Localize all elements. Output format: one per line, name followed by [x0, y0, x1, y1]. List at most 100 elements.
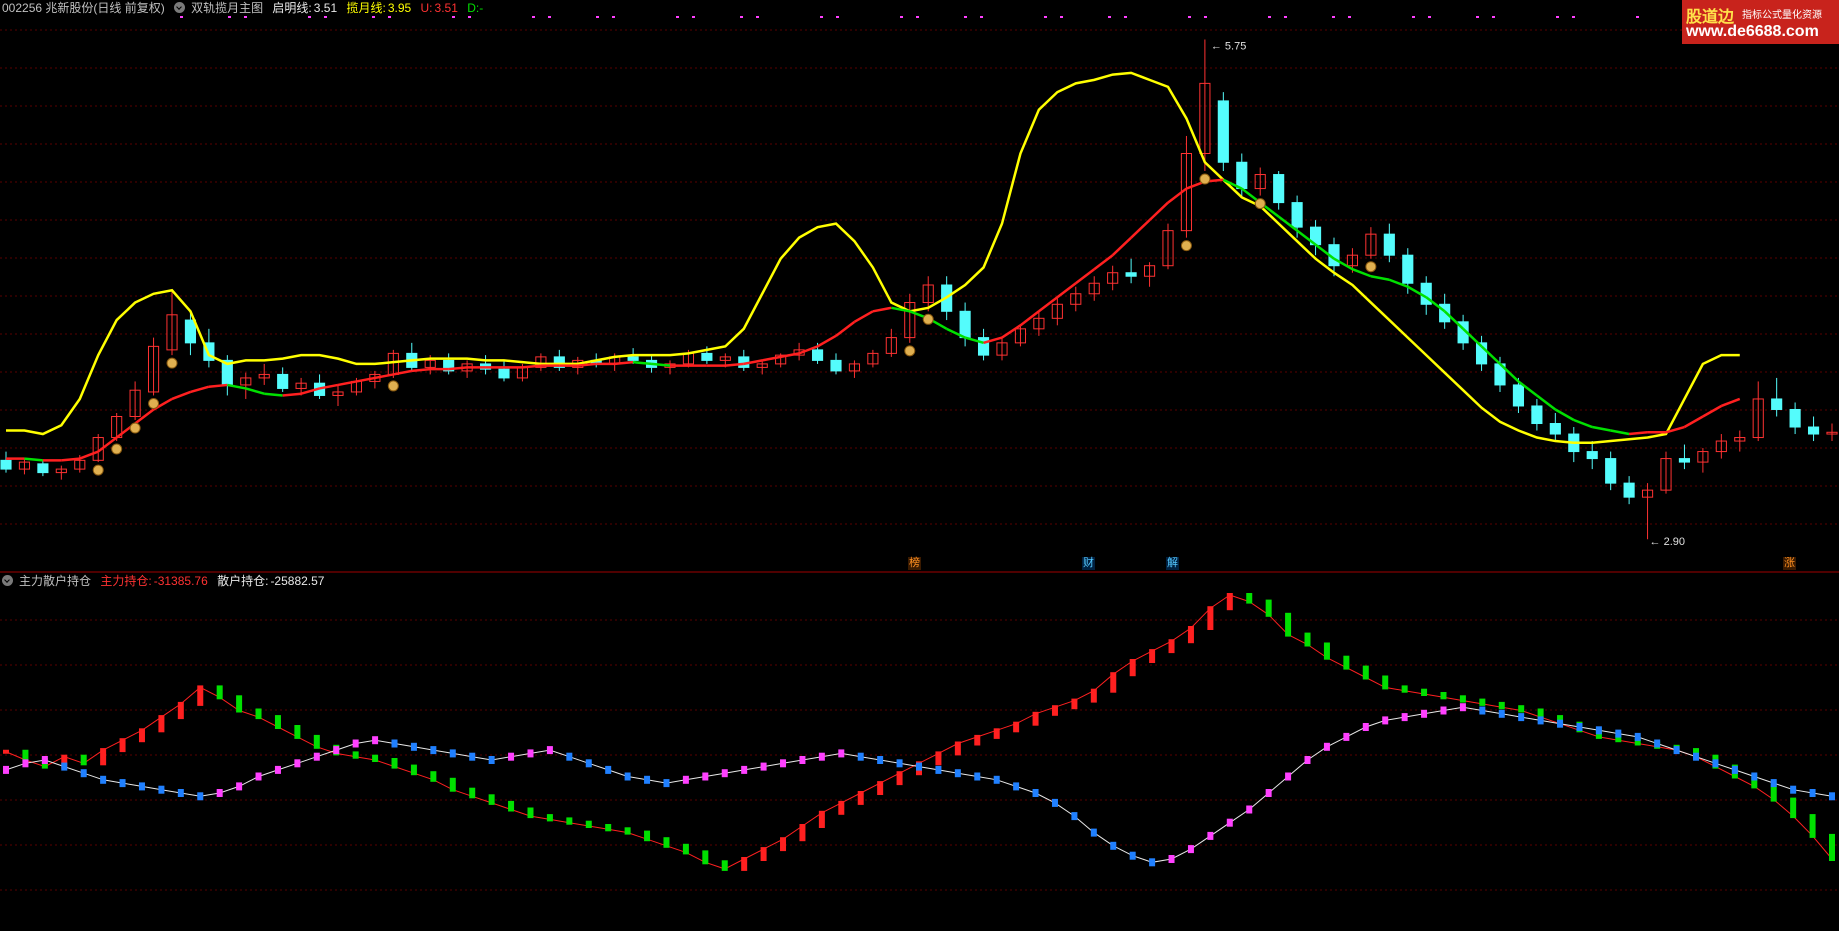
- candle-body: [1125, 272, 1137, 277]
- sanhu-marker: [1090, 828, 1097, 837]
- zhuli-bar: [566, 817, 573, 825]
- zhuli-bar: [760, 847, 767, 861]
- sanhu-marker: [644, 775, 651, 784]
- candle-body: [959, 310, 971, 339]
- zhuli-bar: [488, 794, 495, 805]
- sh-value: -25882.57: [270, 574, 325, 588]
- money-bag-icon: [1365, 261, 1377, 273]
- sanhu-marker: [1071, 812, 1078, 821]
- settings-dropdown-icon[interactable]: [174, 2, 186, 13]
- zhuli-bar: [1265, 599, 1272, 617]
- watermark-url: www.de6688.com: [1686, 23, 1819, 40]
- zhuli-bar: [391, 758, 398, 769]
- sanhu-marker: [682, 775, 689, 784]
- settings-dropdown-icon[interactable]: [2, 575, 13, 586]
- candle-body: [977, 337, 990, 356]
- signal-dot: [596, 16, 599, 18]
- zhuli-bar: [100, 748, 107, 766]
- signal-dot: [548, 16, 551, 18]
- sanhu-marker: [1440, 706, 1447, 715]
- candle-body: [184, 319, 197, 344]
- stock-title: 002256 兆新股份(日线 前复权): [2, 1, 165, 15]
- mid-line-segment: [1591, 425, 1611, 432]
- zhuli-bar: [1226, 593, 1233, 611]
- sanhu-marker: [585, 759, 592, 768]
- sanhu-marker: [1634, 732, 1641, 741]
- zhuli-bar: [1246, 593, 1253, 604]
- candle-body: [1273, 174, 1285, 204]
- signal-dot: [980, 16, 983, 18]
- signal-dot: [1348, 16, 1351, 18]
- zhuli-bar: [1440, 692, 1447, 700]
- sanhu-marker: [61, 762, 68, 771]
- mid-line-segment: [632, 360, 652, 366]
- zhuli-bar: [644, 830, 651, 842]
- zhuli-bar: [993, 728, 1000, 739]
- zhuli-bar: [80, 754, 87, 766]
- mid-line-segment: [1573, 418, 1593, 429]
- event-marker[interactable]: 榜: [908, 557, 921, 570]
- signal-dot: [740, 16, 743, 18]
- event-marker[interactable]: 解: [1166, 557, 1179, 570]
- zhuli-bar: [799, 824, 806, 842]
- mid-line-segment: [1130, 219, 1151, 239]
- zhuli-bar: [1285, 612, 1292, 637]
- mid-line-segment: [1683, 415, 1704, 429]
- candle-body: [1789, 408, 1801, 428]
- zhuli-bar: [216, 685, 223, 700]
- sanhu-marker: [352, 739, 359, 748]
- event-marker[interactable]: 财: [1082, 557, 1095, 570]
- signal-dot: [1284, 16, 1287, 18]
- sanhu-marker: [41, 756, 48, 764]
- sanhu-marker: [1751, 772, 1758, 781]
- candle-body: [1383, 233, 1395, 256]
- signal-dot: [1428, 16, 1431, 18]
- sanhu-marker: [274, 765, 281, 774]
- d-label: D:: [467, 1, 480, 15]
- mid-line-segment: [522, 364, 542, 369]
- sanhu-marker: [177, 789, 184, 797]
- candle-body: [1771, 398, 1783, 410]
- sanhu-marker: [488, 756, 495, 764]
- zhuli-bar: [780, 837, 787, 852]
- mid-line-segment: [872, 306, 892, 313]
- sanhu-marker: [1032, 789, 1039, 797]
- sanhu-marker: [760, 762, 767, 771]
- zhuli-bar: [1304, 632, 1311, 647]
- sanhu-marker: [605, 765, 612, 774]
- sub-indicator-name[interactable]: 主力散户持仓: [19, 574, 91, 588]
- sanhu-marker: [1362, 723, 1369, 731]
- zhuli-bar: [197, 685, 204, 706]
- ly-label: 揽月线:: [346, 1, 386, 15]
- zhuli-bar: [818, 810, 825, 828]
- candle-body: [1402, 254, 1414, 284]
- mid-line-segment: [1628, 431, 1648, 436]
- candle-body: [1549, 423, 1561, 435]
- sanhu-marker: [624, 772, 631, 781]
- sanhu-marker: [1401, 713, 1408, 722]
- sanhu-marker: [741, 765, 748, 774]
- mid-line-segment: [190, 385, 210, 394]
- u-label: U:: [420, 1, 433, 15]
- candle-body: [277, 373, 289, 389]
- signal-dot: [820, 16, 823, 18]
- sanhu-marker: [333, 746, 340, 755]
- indicator-name[interactable]: 双轨揽月主图: [191, 1, 263, 15]
- money-bag-icon: [1254, 198, 1266, 210]
- money-bag-icon: [922, 313, 934, 325]
- candle-body: [37, 463, 49, 474]
- event-marker[interactable]: 涨: [1783, 557, 1796, 570]
- sanhu-marker: [158, 785, 165, 794]
- sanhu-marker: [294, 759, 301, 768]
- sanhu-marker: [780, 759, 787, 768]
- sanhu-marker: [508, 752, 515, 761]
- u-value: 3.51: [434, 1, 458, 15]
- zhuli-bar: [294, 725, 301, 739]
- zhuli-bar: [741, 857, 748, 871]
- chart-canvas[interactable]: ← 5.75 ← 2.90: [0, 0, 1839, 931]
- mid-line-segment: [1702, 404, 1722, 418]
- sanhu-marker: [857, 752, 864, 761]
- mid-line-segment: [891, 306, 911, 313]
- sanhu-marker: [1187, 845, 1194, 854]
- signal-dot: [1636, 16, 1639, 18]
